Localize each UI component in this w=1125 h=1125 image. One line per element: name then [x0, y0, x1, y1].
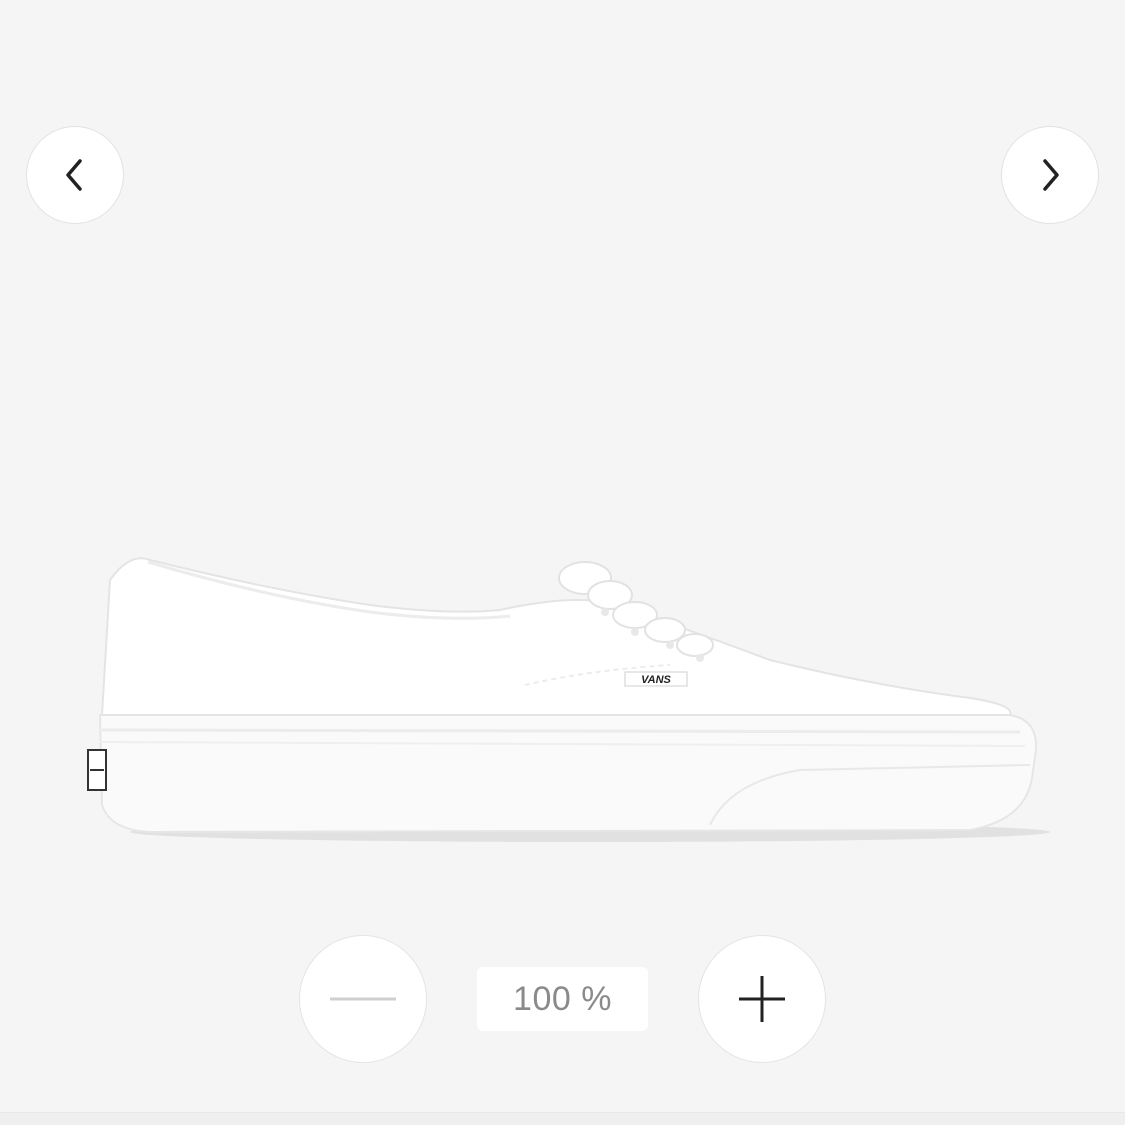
minus-icon	[330, 997, 396, 1001]
chevron-left-icon	[66, 159, 82, 191]
next-image-button[interactable]	[1001, 126, 1099, 224]
zoom-level-display: 100 %	[477, 967, 648, 1031]
bottom-divider	[0, 1112, 1125, 1125]
image-viewer: VANS 100 %	[0, 0, 1125, 1125]
previous-image-button[interactable]	[26, 126, 124, 224]
zoom-in-button[interactable]	[698, 935, 826, 1063]
plus-icon	[739, 976, 785, 1022]
zoom-out-button[interactable]	[299, 935, 427, 1063]
brand-tag-label: VANS	[641, 674, 671, 686]
chevron-right-icon	[1043, 159, 1059, 191]
product-image: VANS	[87, 557, 1050, 842]
